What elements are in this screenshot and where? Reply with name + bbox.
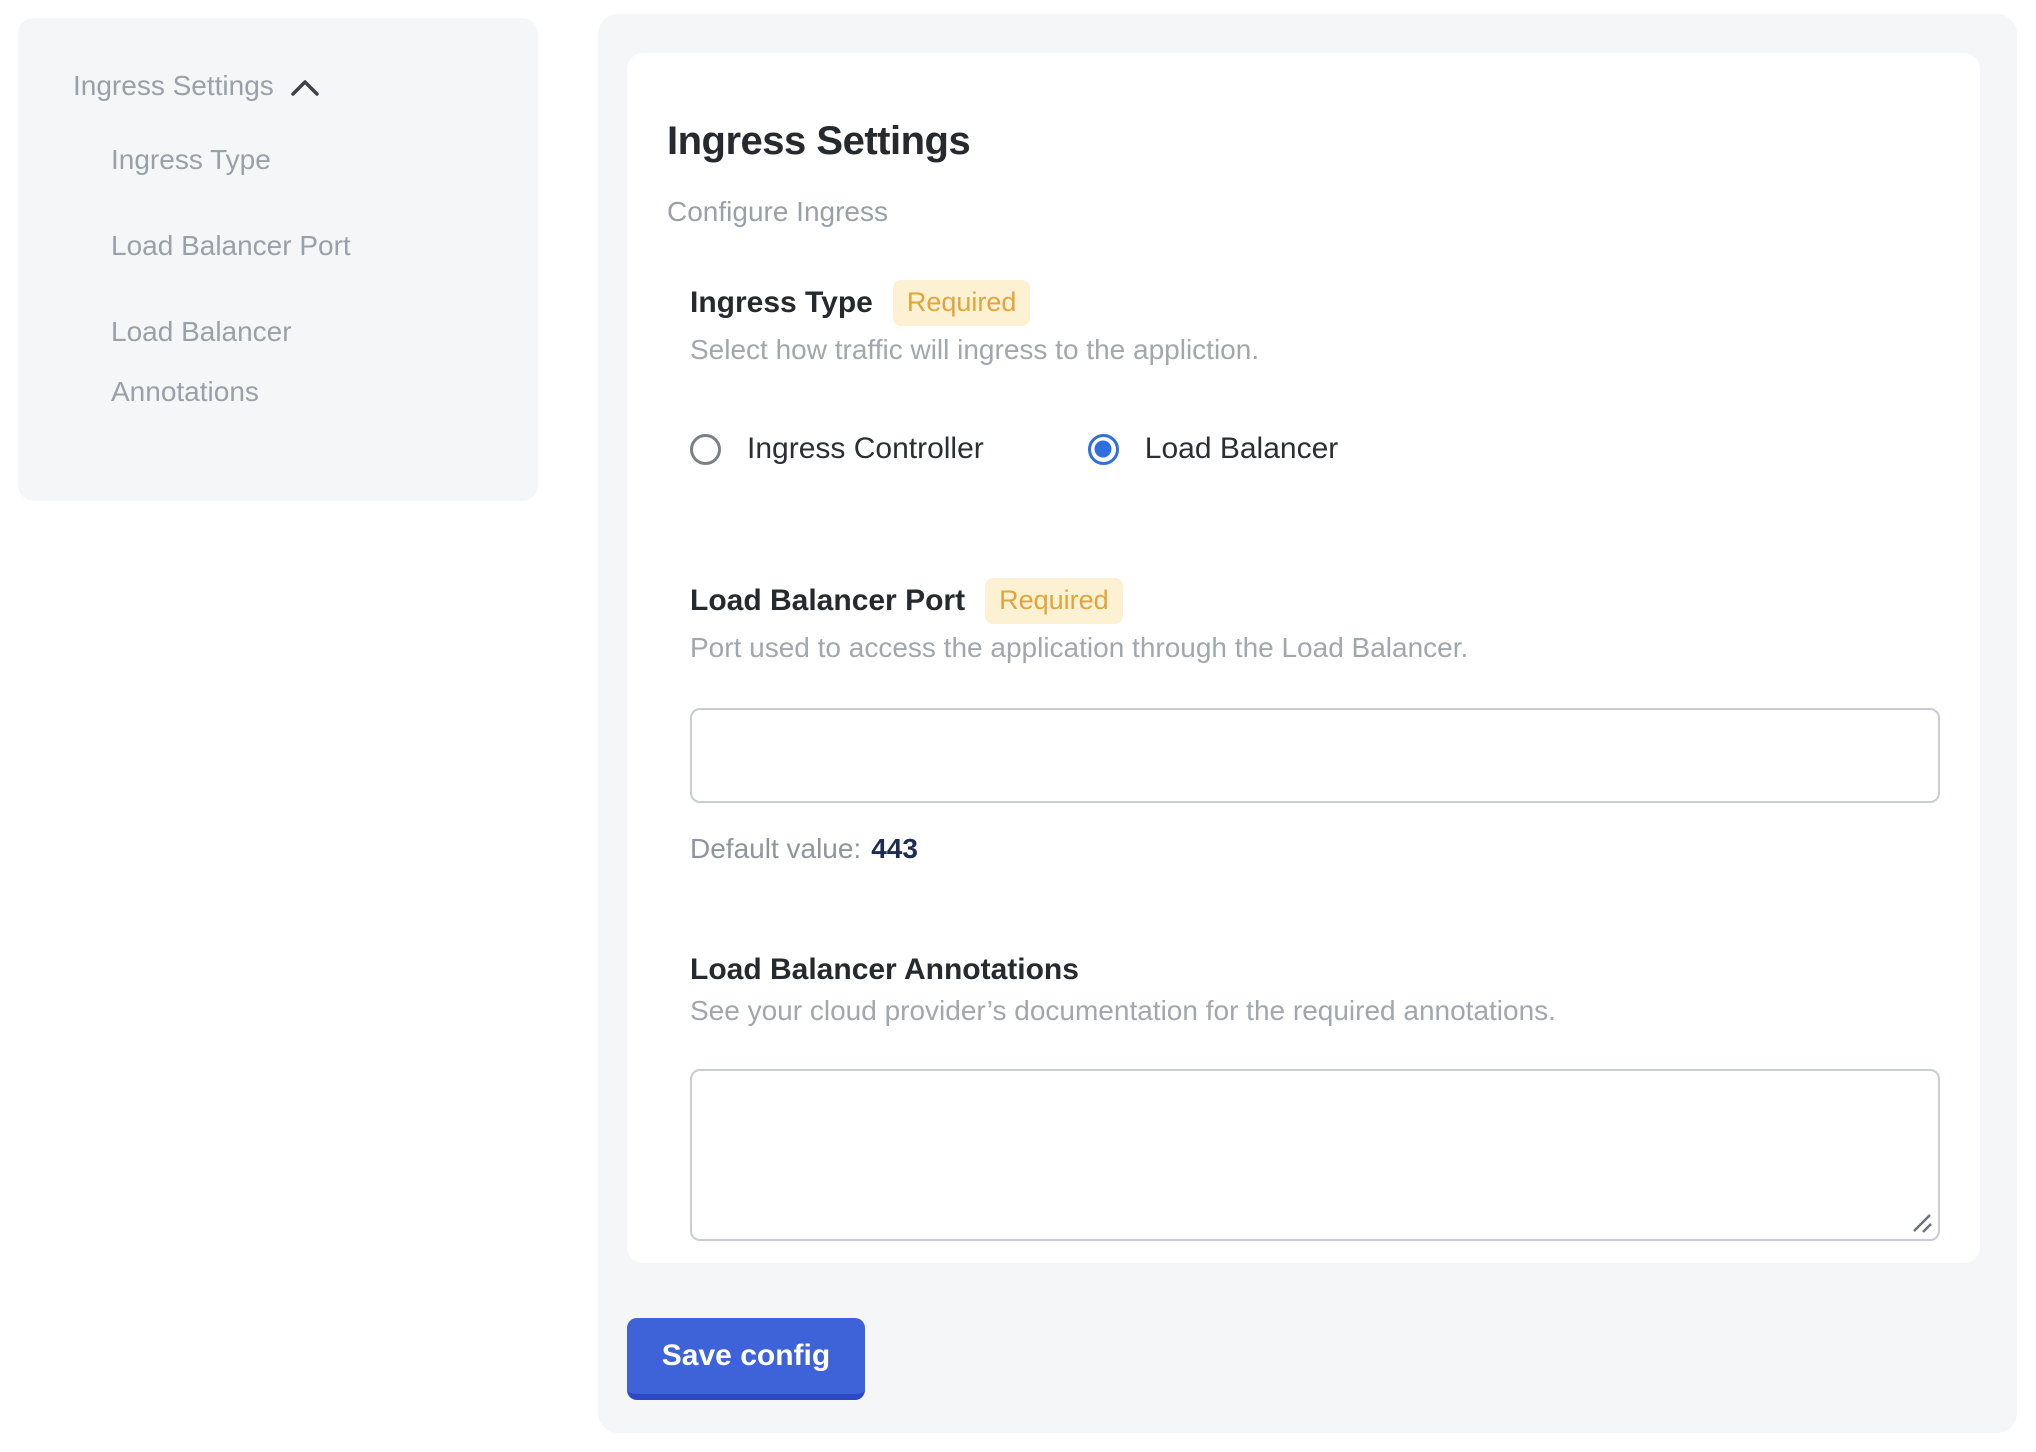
load-balancer-annotations-description: See your cloud provider’s documentation … (690, 995, 1940, 1027)
radio-load-balancer[interactable]: Load Balancer (1088, 432, 1338, 466)
form-sections: Ingress Type Required Select how traffic… (690, 280, 1940, 1241)
default-value-number: 443 (871, 833, 918, 864)
load-balancer-port-section: Load Balancer Port Required Port used to… (690, 578, 1940, 865)
page-title: Ingress Settings (667, 119, 1940, 164)
ingress-type-section: Ingress Type Required Select how traffic… (690, 280, 1940, 466)
sidebar-item-load-balancer-port[interactable]: Load Balancer Port (111, 216, 369, 276)
required-badge: Required (893, 280, 1031, 326)
radio-ingress-controller-label: Ingress Controller (747, 432, 984, 466)
load-balancer-annotations-textarea[interactable] (690, 1069, 1940, 1241)
radio-selected-icon[interactable] (1088, 434, 1119, 465)
radio-unselected-icon[interactable] (690, 434, 721, 465)
ingress-type-description: Select how traffic will ingress to the a… (690, 334, 1940, 366)
settings-sidebar: Ingress Settings Ingress Type Load Balan… (18, 18, 538, 501)
port-label-row: Load Balancer Port Required (690, 578, 1940, 624)
sidebar-item-list: Ingress Type Load Balancer Port Load Bal… (111, 130, 508, 422)
load-balancer-port-label: Load Balancer Port (690, 584, 965, 618)
page-subtitle: Configure Ingress (667, 196, 1940, 228)
load-balancer-port-description: Port used to access the application thro… (690, 632, 1940, 664)
ingress-type-label: Ingress Type (690, 286, 873, 320)
required-badge: Required (985, 578, 1123, 624)
load-balancer-annotations-section: Load Balancer Annotations See your cloud… (690, 953, 1940, 1241)
sidebar-section-ingress-settings[interactable]: Ingress Settings (73, 70, 508, 102)
radio-load-balancer-label: Load Balancer (1145, 432, 1338, 466)
chevron-up-icon (290, 78, 320, 98)
annotations-label-row: Load Balancer Annotations (690, 953, 1940, 987)
radio-ingress-controller[interactable]: Ingress Controller (690, 432, 984, 466)
sidebar-item-load-balancer-annotations[interactable]: Load Balancer Annotations (111, 302, 369, 422)
sidebar-section-label: Ingress Settings (73, 70, 274, 102)
resize-handle-icon[interactable] (1908, 1209, 1934, 1235)
ingress-type-label-row: Ingress Type Required (690, 280, 1940, 326)
ingress-settings-card: Ingress Settings Configure Ingress Ingre… (627, 53, 1980, 1263)
ingress-type-radio-group: Ingress Controller Load Balancer (690, 432, 1940, 466)
default-value-line: Default value: 443 (690, 833, 1940, 865)
save-config-button[interactable]: Save config (627, 1318, 865, 1400)
load-balancer-annotations-label: Load Balancer Annotations (690, 953, 1079, 987)
ingress-settings-panel: Ingress Settings Configure Ingress Ingre… (598, 14, 2017, 1433)
sidebar-item-ingress-type[interactable]: Ingress Type (111, 130, 369, 190)
default-value-label: Default value: (690, 833, 861, 864)
load-balancer-port-input[interactable] (690, 708, 1940, 803)
annotations-textarea-wrap (690, 1069, 1940, 1241)
